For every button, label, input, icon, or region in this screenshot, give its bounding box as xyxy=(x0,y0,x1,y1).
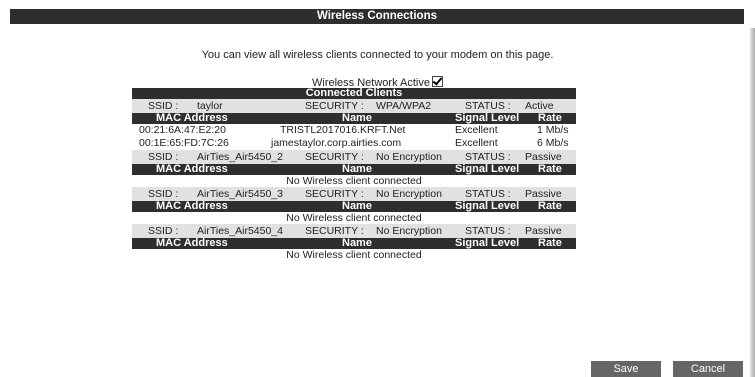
cancel-button[interactable]: Cancel xyxy=(673,361,743,377)
col-name: Name xyxy=(342,112,372,124)
status-label: STATUS : xyxy=(465,188,511,200)
connected-clients-table: Connected Clients SSID : taylor SECURITY… xyxy=(132,88,576,261)
client-row: 00:21:6A:47:E2:20 TRISTL2017016.KRFT.Net… xyxy=(132,124,576,137)
col-rate: Rate xyxy=(538,200,562,212)
col-signal-level: Signal Level xyxy=(455,237,520,249)
no-clients-message: No Wireless client connected xyxy=(286,249,422,261)
page-title: Wireless Connections xyxy=(10,9,744,24)
col-signal-level: Signal Level xyxy=(455,163,520,175)
connected-clients-header: Connected Clients xyxy=(132,88,576,99)
client-mac: 00:1E:65:FD:7C:26 xyxy=(139,137,229,149)
save-button[interactable]: Save xyxy=(591,361,661,377)
client-rate: 6 Mb/s xyxy=(537,137,569,149)
col-rate: Rate xyxy=(538,112,562,124)
client-rate: 1 Mb/s xyxy=(537,124,569,136)
ssid-row: SSID : AirTies_Air5450_2 SECURITY : No E… xyxy=(132,150,576,164)
security-value: WPA/WPA2 xyxy=(376,100,432,112)
status-value: Passive xyxy=(525,188,562,200)
col-rate: Rate xyxy=(538,237,562,249)
client-mac: 00:21:6A:47:E2:20 xyxy=(139,124,226,136)
ssid-value: AirTies_Air5450_4 xyxy=(197,225,283,237)
ssid-row: SSID : AirTies_Air5450_4 SECURITY : No E… xyxy=(132,224,576,238)
ssid-label: SSID : xyxy=(148,188,179,200)
ssid-value: AirTies_Air5450_2 xyxy=(197,151,283,163)
col-name: Name xyxy=(342,237,372,249)
ssid-value: taylor xyxy=(197,100,223,112)
col-mac-address: MAC Address xyxy=(156,112,228,124)
client-name: TRISTL2017016.KRFT.Net xyxy=(280,124,406,136)
security-label: SECURITY : xyxy=(305,100,364,112)
client-name: jamestaylor.corp.airties.com xyxy=(271,137,402,149)
no-clients-message: No Wireless client connected xyxy=(286,175,422,187)
col-signal-level: Signal Level xyxy=(455,200,520,212)
security-value: No Encryption xyxy=(376,188,442,200)
col-name: Name xyxy=(342,200,372,212)
status-label: STATUS : xyxy=(465,151,511,163)
client-signal: Excellent xyxy=(455,124,498,136)
status-value: Active xyxy=(525,100,554,112)
col-mac-address: MAC Address xyxy=(156,237,228,249)
client-row: 00:1E:65:FD:7C:26 jamestaylor.corp.airti… xyxy=(132,137,576,150)
ssid-label: SSID : xyxy=(148,100,179,112)
ssid-row: SSID : AirTies_Air5450_3 SECURITY : No E… xyxy=(132,187,576,201)
network-block: SSID : AirTies_Air5450_3 SECURITY : No E… xyxy=(132,187,576,224)
intro-text: You can view all wireless clients connec… xyxy=(201,49,554,61)
col-signal-level: Signal Level xyxy=(455,112,520,124)
column-header-row: MAC Address Name Signal Level Rate xyxy=(132,238,576,249)
security-label: SECURITY : xyxy=(305,225,364,237)
col-rate: Rate xyxy=(538,163,562,175)
security-value: No Encryption xyxy=(376,151,442,163)
security-label: SECURITY : xyxy=(305,188,364,200)
network-block: SSID : AirTies_Air5450_2 SECURITY : No E… xyxy=(132,150,576,187)
security-label: SECURITY : xyxy=(305,151,364,163)
column-header-row: MAC Address Name Signal Level Rate xyxy=(132,113,576,124)
ssid-value: AirTies_Air5450_3 xyxy=(197,188,283,200)
ssid-label: SSID : xyxy=(148,151,179,163)
no-clients-message: No Wireless client connected xyxy=(286,212,422,224)
status-value: Passive xyxy=(525,225,562,237)
ssid-row: SSID : taylor SECURITY : WPA/WPA2 STATUS… xyxy=(132,99,576,113)
column-header-row: MAC Address Name Signal Level Rate xyxy=(132,164,576,175)
wireless-active-checkbox[interactable] xyxy=(431,76,443,87)
column-header-row: MAC Address Name Signal Level Rate xyxy=(132,201,576,212)
client-signal: Excellent xyxy=(455,137,498,149)
col-name: Name xyxy=(342,163,372,175)
status-label: STATUS : xyxy=(465,100,511,112)
security-value: No Encryption xyxy=(376,225,442,237)
status-label: STATUS : xyxy=(465,225,511,237)
status-value: Passive xyxy=(525,151,562,163)
network-block: SSID : taylor SECURITY : WPA/WPA2 STATUS… xyxy=(132,99,576,150)
ssid-label: SSID : xyxy=(148,225,179,237)
network-block: SSID : AirTies_Air5450_4 SECURITY : No E… xyxy=(132,224,576,261)
col-mac-address: MAC Address xyxy=(156,163,228,175)
col-mac-address: MAC Address xyxy=(156,200,228,212)
